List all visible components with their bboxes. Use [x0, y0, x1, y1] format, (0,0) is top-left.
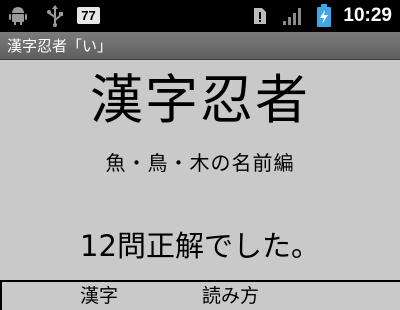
notification-badge: 77: [77, 7, 100, 24]
status-bar: 77 10:29: [0, 0, 400, 32]
page-title: 漢字忍者: [90, 70, 310, 131]
result-text: 12問正解でした。: [80, 229, 320, 263]
android-icon: [8, 0, 28, 32]
usb-icon: [46, 0, 64, 32]
alert-icon: [253, 0, 267, 32]
column-header-reading: 読み方: [202, 285, 260, 307]
clock: 10:29: [343, 5, 392, 26]
app-title-bar: 漢字忍者「い」: [0, 32, 400, 60]
page-subtitle: 魚・鳥・木の名前編: [105, 151, 295, 175]
column-header-kanji: 漢字: [80, 285, 119, 307]
results-table-header: 漢字 読み方: [0, 280, 400, 310]
battery-charging-icon: [316, 0, 332, 32]
signal-icon: [282, 0, 304, 32]
